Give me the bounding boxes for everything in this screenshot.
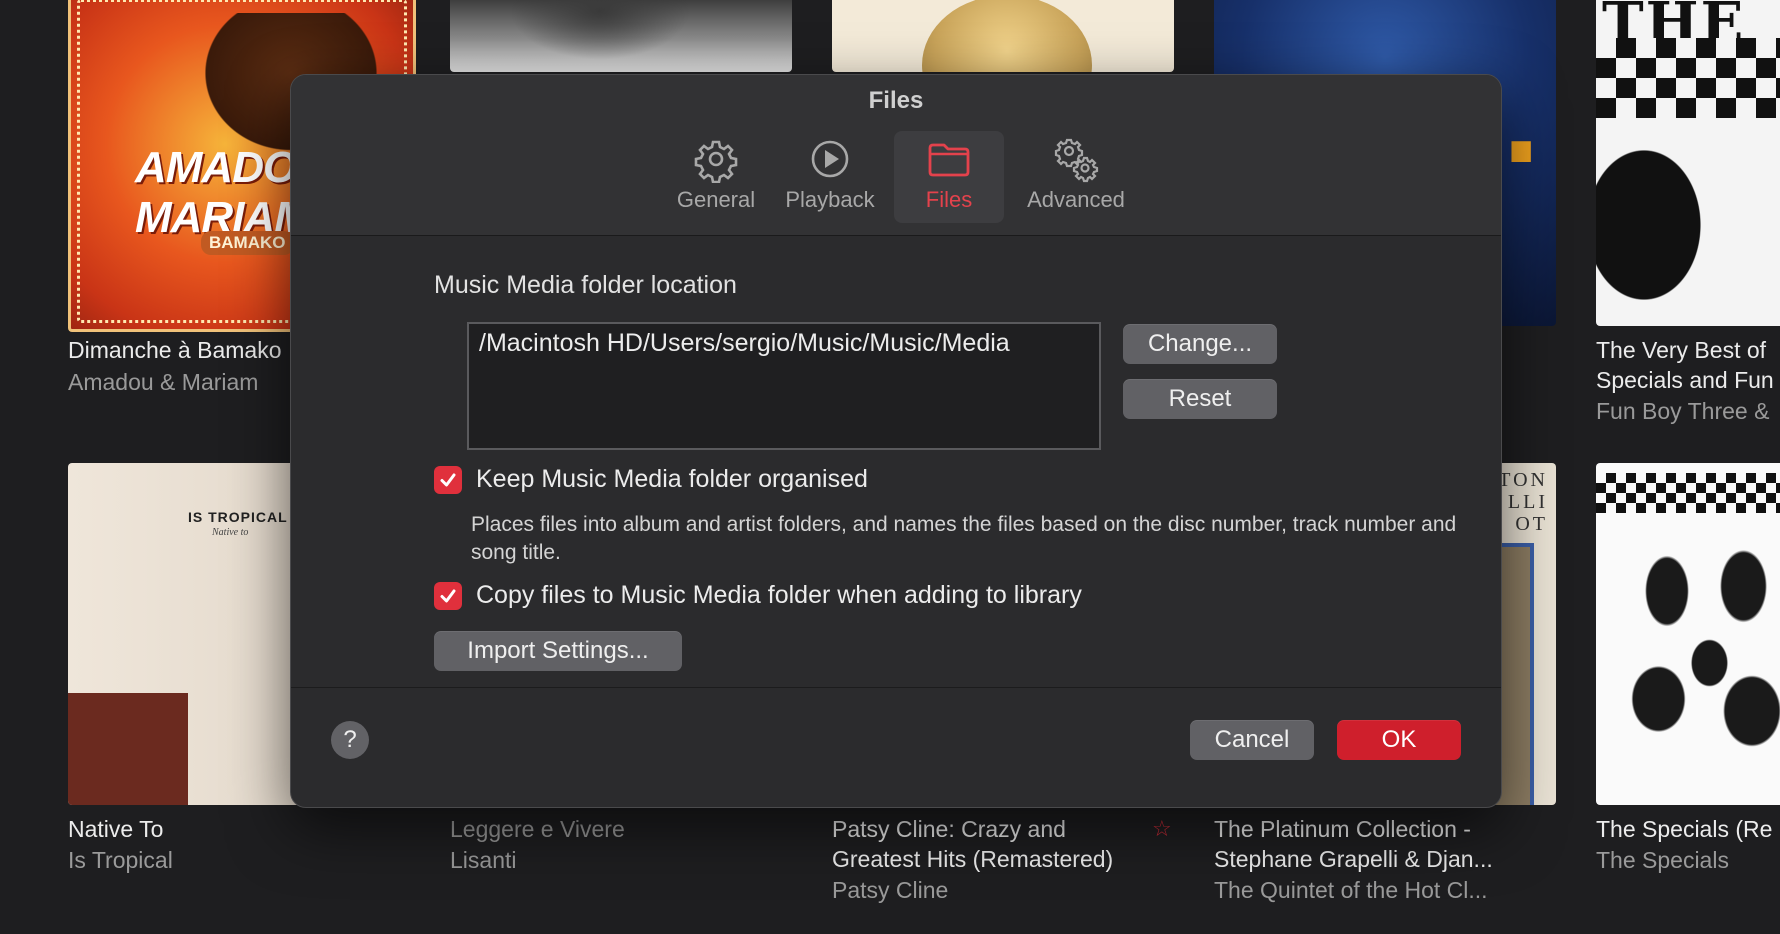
ok-button[interactable]: OK (1337, 720, 1461, 760)
import-settings-button[interactable]: Import Settings... (434, 631, 682, 671)
album-artist[interactable]: Lisanti (450, 845, 770, 875)
tab-label: Playback (785, 187, 875, 212)
keep-organised-option[interactable]: Keep Music Media folder organised (434, 465, 868, 494)
gear-icon (694, 140, 738, 183)
checkmark-icon (440, 589, 456, 602)
copy-files-checkbox[interactable] (434, 581, 462, 610)
album-artist[interactable]: The Specials (1596, 845, 1780, 875)
cancel-button[interactable]: Cancel (1190, 720, 1314, 760)
album-art-the-specials[interactable] (1596, 463, 1780, 805)
keep-organised-description: Places files into album and artist folde… (471, 513, 1457, 564)
album-title[interactable]: The Very Best of (1596, 335, 1780, 365)
tab-files[interactable]: Files (894, 131, 1004, 223)
reset-button[interactable]: Reset (1123, 379, 1277, 419)
album-artist[interactable]: Amadou & Mariam (68, 367, 290, 397)
folder-location-label: Music Media folder location (434, 271, 737, 299)
album-title-line2[interactable]: Greatest Hits (Remastered) (832, 844, 1162, 874)
album-title-line2[interactable]: Stephane Grapelli & Djan... (1214, 844, 1559, 874)
play-circle-icon (811, 140, 849, 178)
album-art-face (1596, 130, 1716, 320)
keep-organised-checkbox[interactable] (434, 465, 462, 494)
album-art-checkerboard (1596, 38, 1780, 118)
album-title[interactable]: Native To (68, 814, 368, 844)
album-art-band: IS TROPICAL (188, 509, 288, 525)
album-art-checkerboard (1596, 473, 1780, 513)
folder-icon (928, 143, 970, 177)
tab-label: Files (925, 187, 973, 212)
album-art-leggere-e-vivere-top[interactable] (450, 0, 792, 72)
tab-advanced[interactable]: Advanced (1008, 131, 1144, 223)
checkmark-icon (440, 473, 456, 486)
album-title[interactable]: Patsy Cline: Crazy and (832, 814, 1152, 844)
album-art-title: Native to (212, 527, 249, 538)
tab-label: General (676, 187, 756, 212)
album-art-cloth (68, 693, 188, 805)
album-art-subtitle: BAMAKO (201, 231, 294, 255)
footer-divider (291, 687, 1501, 688)
album-artist[interactable]: Is Tropical (68, 845, 368, 875)
gears-icon (1054, 138, 1099, 183)
tab-general[interactable]: General (661, 131, 771, 223)
keep-organised-label: Keep Music Media folder organised (476, 465, 868, 493)
album-artist[interactable]: The Quintet of the Hot Cl... (1214, 875, 1559, 905)
dialog-toolbar: Files General Playback Files Advanced (291, 75, 1501, 236)
album-title[interactable]: The Specials (Re (1596, 814, 1780, 844)
album-title[interactable]: Leggere e Vivere (450, 814, 770, 844)
album-title[interactable]: The Platinum Collection - (1214, 814, 1559, 844)
album-art-very-best-of-specials[interactable]: THE SP (1596, 0, 1780, 326)
album-title[interactable]: Dimanche à Bamako (68, 335, 290, 365)
files-preferences-dialog: Files General Playback Files Advanced Mu… (290, 74, 1502, 808)
album-artist[interactable]: Fun Boy Three & (1596, 396, 1780, 426)
help-button[interactable]: ? (331, 721, 369, 759)
album-art-patsy-cline-top[interactable] (832, 0, 1174, 72)
tab-playback[interactable]: Playback (775, 131, 885, 223)
favourite-star-icon[interactable]: ☆ (1152, 816, 1172, 842)
folder-path-field[interactable]: /Macintosh HD/Users/sergio/Music/Music/M… (467, 322, 1101, 450)
dialog-title: Files (868, 87, 924, 114)
album-art-band-photo (1616, 543, 1780, 783)
tab-label: Advanced (1027, 187, 1125, 212)
album-art-text: TON LLI OT (1498, 469, 1548, 535)
change-button[interactable]: Change... (1123, 324, 1277, 364)
copy-files-option[interactable]: Copy files to Music Media folder when ad… (434, 581, 1082, 610)
album-artist[interactable]: Patsy Cline (832, 875, 1152, 905)
album-title-line2[interactable]: Specials and Fun (1596, 365, 1780, 395)
copy-files-label: Copy files to Music Media folder when ad… (476, 581, 1082, 609)
